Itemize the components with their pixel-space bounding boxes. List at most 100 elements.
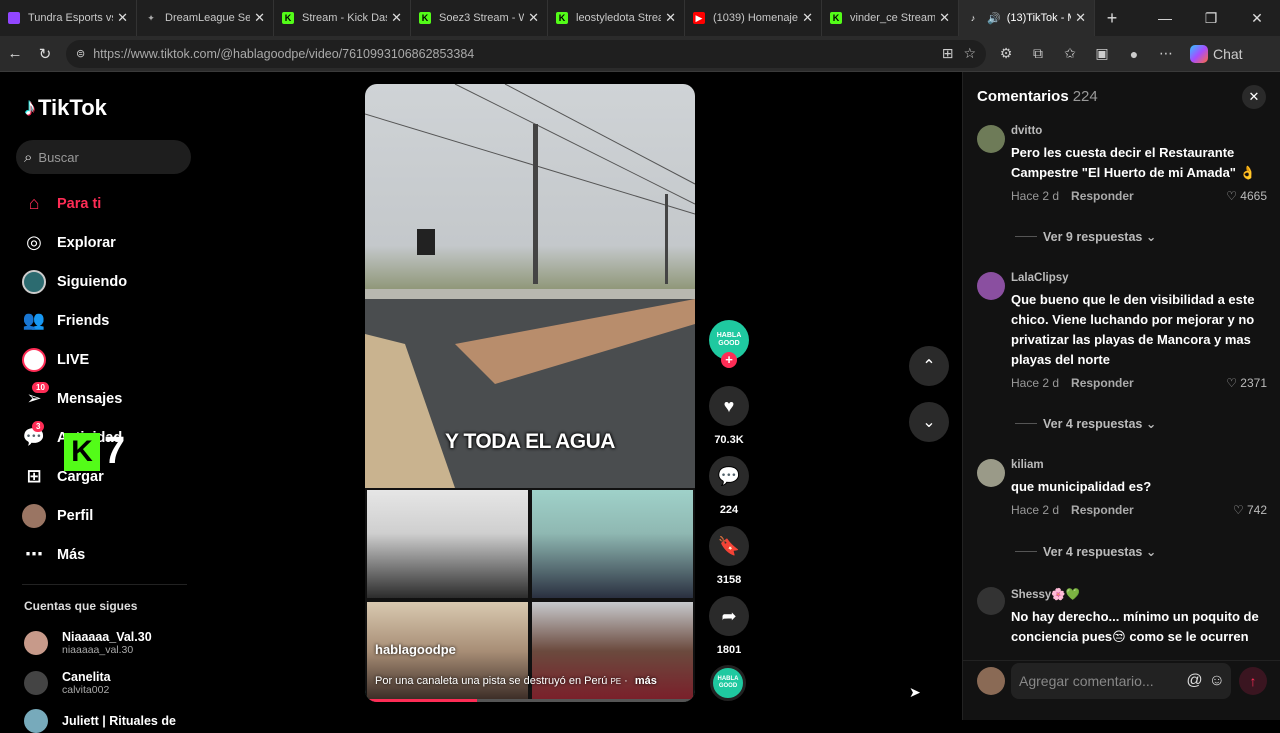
sidebar-item-perfil[interactable]: Perfil xyxy=(22,496,127,535)
mention-icon[interactable]: @ xyxy=(1186,672,1202,690)
view-replies-button[interactable]: Ver 4 respuestas ⌄ xyxy=(1015,544,1156,559)
video-frame-top xyxy=(365,84,695,488)
more-link[interactable]: más xyxy=(635,675,657,687)
comment-icon[interactable]: 💬 xyxy=(709,456,749,496)
apps-icon[interactable]: ⊞ xyxy=(942,45,954,62)
comment-like[interactable]: ♡ 2371 xyxy=(1226,376,1267,390)
avatar[interactable] xyxy=(977,125,1005,153)
sidebar-item-mensajes[interactable]: ➢ 10 Mensajes xyxy=(22,379,127,418)
menu-dots-icon[interactable]: ⋯ xyxy=(1154,45,1178,62)
close-tab-icon[interactable]: ✕ xyxy=(939,10,950,26)
send-icon[interactable]: ↑ xyxy=(1239,667,1267,695)
browser-tab[interactable]: Kleostyledota Stream✕ xyxy=(548,0,685,36)
sidebar-item-para-ti[interactable]: ⌂ Para ti xyxy=(22,184,127,223)
twitch-icon xyxy=(8,12,20,24)
sidebar-item-explorar[interactable]: ◎ Explorar xyxy=(22,223,127,262)
reply-button[interactable]: Responder xyxy=(1071,376,1134,390)
new-tab-icon[interactable]: + xyxy=(1095,8,1129,29)
browser-tab[interactable]: Tundra Esports vs Te✕ xyxy=(0,0,137,36)
url-field[interactable]: ⊜ https://www.tiktok.com/@hablagoodpe/vi… xyxy=(66,39,986,68)
sidebar-item-friends[interactable]: 👥 Friends xyxy=(22,301,127,340)
favorites-icon[interactable]: ✩ xyxy=(1058,45,1082,62)
divider xyxy=(22,584,187,585)
close-tab-icon[interactable]: ✕ xyxy=(802,10,813,26)
minimize-icon[interactable]: — xyxy=(1142,0,1188,36)
reply-button[interactable]: Responder xyxy=(1071,189,1134,203)
avatar[interactable] xyxy=(977,587,1005,615)
follow-plus-icon[interactable]: + xyxy=(721,352,737,368)
youtube-icon: ▶ xyxy=(693,12,705,24)
video-player[interactable]: Y TODA EL AGUA hablagoodpe Por una canal… xyxy=(365,84,695,702)
comment-input[interactable]: Agregar comentario... @ ☺ xyxy=(1011,663,1231,699)
chevron-down-icon[interactable]: ⌄ xyxy=(909,402,949,442)
video-panel xyxy=(530,488,695,600)
tiktok-logo[interactable]: ♪ TikTok xyxy=(24,94,107,122)
close-comments-icon[interactable]: ✕ xyxy=(1242,85,1266,109)
comment-item: Shessy🌸💚 No hay derecho... mínimo un poq… xyxy=(977,587,1267,647)
browser-tab[interactable]: ✦DreamLeague Seaso✕ xyxy=(137,0,274,36)
chevron-up-icon[interactable]: ⌃ xyxy=(909,346,949,386)
close-tab-icon[interactable]: ✕ xyxy=(117,10,128,26)
close-window-icon[interactable]: ✕ xyxy=(1234,0,1280,36)
mouse-cursor-icon: ➤ xyxy=(909,684,921,700)
profile-avatar-icon[interactable]: ● xyxy=(1122,46,1146,62)
video-actions: HABLA GOOD + ♥ 70.3K 💬 224 🔖 3158 ➦ 1801 xyxy=(706,320,752,666)
comment-action[interactable]: 💬 224 xyxy=(709,456,749,526)
emoji-icon[interactable]: ☺ xyxy=(1209,672,1225,690)
share-action[interactable]: ➦ 1801 xyxy=(709,596,749,666)
comment-like[interactable]: ♡ 742 xyxy=(1233,503,1267,517)
copilot-chat-button[interactable]: Chat xyxy=(1190,44,1243,63)
share-icon[interactable]: ➦ xyxy=(709,596,749,636)
creator-avatar[interactable]: HABLA GOOD + xyxy=(709,320,749,368)
comments-title: Comentarios 224 xyxy=(977,88,1098,105)
avatar xyxy=(977,667,1005,695)
extensions-icon[interactable]: ⚙ xyxy=(994,45,1018,62)
browser-tab[interactable]: Kvinder_ce Stream - W✕ xyxy=(822,0,959,36)
close-tab-icon[interactable]: ✕ xyxy=(528,10,539,26)
browser-tab[interactable]: ▶ (1039) Homenaje a ✕ xyxy=(685,0,822,36)
divider xyxy=(1015,236,1037,237)
bookmark-icon[interactable]: 🔖 xyxy=(709,526,749,566)
compass-icon: ◎ xyxy=(26,232,42,252)
close-tab-icon[interactable]: ✕ xyxy=(1075,10,1086,26)
following-account[interactable]: Niaaaaa_Val.30 niaaaaa_val.30 xyxy=(24,630,152,656)
live-icon xyxy=(22,347,46,372)
divider xyxy=(1015,551,1037,552)
browser-tab-active[interactable]: ♪🔊(13)TikTok - Ma✕ xyxy=(959,0,1095,36)
favorite-star-icon[interactable]: ☆ xyxy=(963,45,976,62)
site-info-icon[interactable]: ⊜ xyxy=(76,47,85,60)
music-disc-icon[interactable]: HABLA GOOD xyxy=(710,665,746,701)
heart-icon[interactable]: ♥ xyxy=(709,386,749,426)
maximize-icon[interactable]: ❐ xyxy=(1188,0,1234,36)
comment-like[interactable]: ♡ 4665 xyxy=(1226,189,1267,203)
close-tab-icon[interactable]: ✕ xyxy=(254,10,265,26)
browser-tab[interactable]: KStream - Kick Dashb✕ xyxy=(274,0,411,36)
tiktok-icon: ♪ xyxy=(970,13,976,23)
view-replies-button[interactable]: Ver 4 respuestas ⌄ xyxy=(1015,416,1156,431)
copilot-icon xyxy=(1190,44,1208,63)
save-action[interactable]: 🔖 3158 xyxy=(709,526,749,596)
kick-icon: K xyxy=(419,12,431,24)
back-icon[interactable]: ← xyxy=(0,45,30,62)
avatar[interactable] xyxy=(977,272,1005,300)
close-tab-icon[interactable]: ✕ xyxy=(391,10,402,26)
search-input[interactable]: ⌕ Buscar xyxy=(16,140,191,174)
browser-tab[interactable]: KSoez3 Stream - Wat✕ xyxy=(411,0,548,36)
reply-button[interactable]: Responder xyxy=(1071,503,1134,517)
sidebar-item-mas[interactable]: ⋯ Más xyxy=(22,535,127,574)
sidebar-item-siguiendo[interactable]: Siguiendo xyxy=(22,262,127,301)
video-panel xyxy=(365,488,530,600)
split-screen-icon[interactable]: ⧉ xyxy=(1026,45,1050,62)
following-account[interactable]: Canelita calvita002 xyxy=(24,670,111,696)
reload-icon[interactable]: ↻ xyxy=(30,45,60,63)
speaker-icon[interactable]: 🔊 xyxy=(987,12,1001,25)
video-author[interactable]: hablagoodpe xyxy=(375,642,456,657)
video-progress-bar[interactable] xyxy=(365,699,695,702)
following-account[interactable]: Juliett | Rituales de xyxy=(24,709,176,733)
avatar[interactable] xyxy=(977,459,1005,487)
view-replies-button[interactable]: Ver 9 respuestas ⌄ xyxy=(1015,229,1156,244)
sidebar-item-live[interactable]: LIVE xyxy=(22,340,127,379)
close-tab-icon[interactable]: ✕ xyxy=(665,10,676,26)
like-action[interactable]: ♥ 70.3K xyxy=(709,386,749,456)
collections-icon[interactable]: ▣ xyxy=(1090,45,1114,62)
